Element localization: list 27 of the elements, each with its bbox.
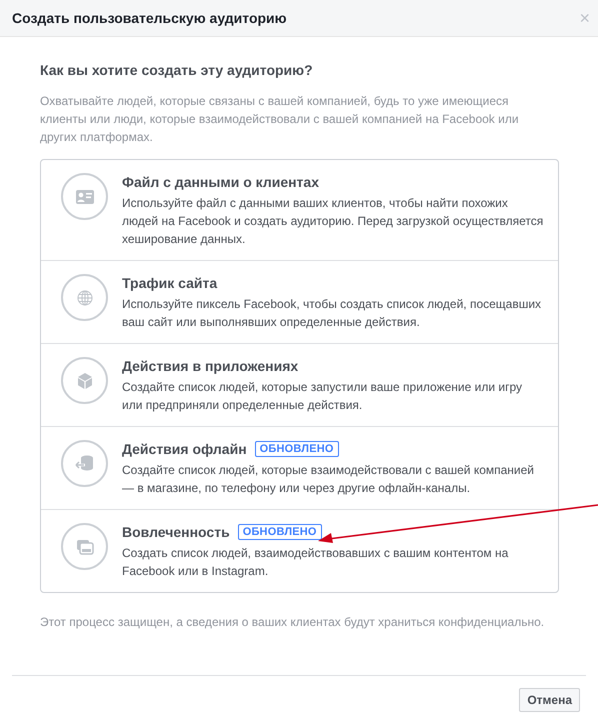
updated-badge: ОБНОВЛЕНО [254, 441, 339, 457]
option-title: Действия в приложениях [122, 358, 298, 374]
audience-option[interactable]: Вовлеченность ОБНОВЛЕНО Создать список людей, взаимодействовавших с вашим контентом на Facebook или в Instagram. [41, 509, 558, 592]
updated-badge: ОБНОВЛЕНО [238, 524, 322, 540]
globe-icon [76, 290, 92, 306]
audience-option[interactable]: Файл с данными о клиентах Используйте файл с данными ваших клиентов, чтобы найти похожих людей на Facebook и создать аудиторию. Перед загрузкой осуществляется хеширование данных. [41, 160, 558, 260]
section-heading: Как вы хотите создать эту аудиторию? [40, 62, 314, 78]
dialog-title: Создать пользовательскую аудиторию [12, 10, 287, 26]
option-title: Трафик сайта [122, 275, 218, 291]
privacy-note: Этот процесс защищен, а сведения о ваших клиентах будут храниться конфиденциально. [40, 615, 546, 629]
audience-option[interactable]: Действия в приложениях Создайте список людей, которые запустили ваше приложение или игру или предприняли определенные действия. [41, 343, 558, 426]
option-title: Файл с данными о клиентах [122, 174, 319, 190]
intro-text: Охватывайте людей, которые связаны с вашей компанией, будь то уже имеющиеся клиенты или люди, которые взаимодействовали с вашей компанией на Facebook или других платформах. [40, 93, 520, 146]
audience-option[interactable]: Трафик сайта Используйте пиксель Facebook, чтобы создать список людей, посещавших ваш сайт или выполнявших определенные действия. [41, 260, 558, 343]
cube-icon [76, 372, 94, 390]
contact-card-icon [76, 190, 94, 204]
option-title: Действия офлайн [122, 441, 247, 457]
option-description: Создайте список людей, которые запустили ваше приложение или игру или предприняли определенные действия. [122, 379, 523, 414]
stacked-cards-icon [76, 538, 94, 554]
option-description: Создайте список людей, которые взаимодействовали с вашей компанией — в магазине, по телефону или через другие офлайн-каналы. [122, 462, 536, 497]
option-description: Используйте пиксель Facebook, чтобы создать список людей, посещавших ваш сайт или выполнявших определенные действия. [122, 296, 542, 331]
cancel-button[interactable]: Отмена [519, 688, 580, 712]
option-title: Вовлеченность [122, 524, 230, 540]
option-description: Создать список людей, взаимодействовавших с вашим контентом на Facebook или в Instagram. [122, 545, 510, 580]
audience-option[interactable]: Действия офлайн ОБНОВЛЕНО Создайте список людей, которые взаимодействовали с вашей компанией — в магазине, по телефону или через другие офлайн-каналы. [41, 426, 558, 509]
option-description: Используйте файл с данными ваших клиентов, чтобы найти похожих людей на Facebook и создать аудиторию. Перед загрузкой осуществляется хеширование данных. [122, 195, 544, 248]
database-icon [74, 454, 94, 472]
